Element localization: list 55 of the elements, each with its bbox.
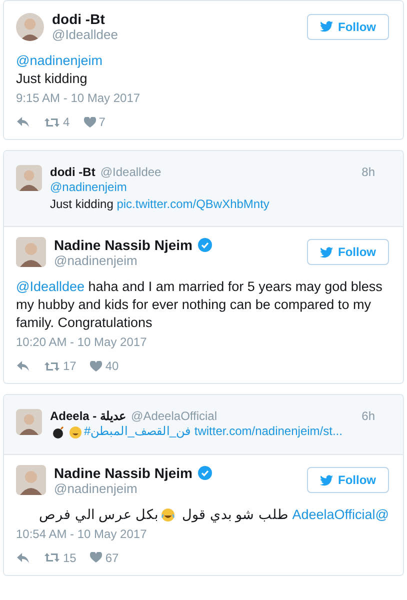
mention-link[interactable]: @nadinenjeim — [50, 180, 127, 194]
reply-icon[interactable] — [16, 552, 30, 564]
author-name[interactable]: Adeela - عديلة — [50, 409, 126, 424]
author-name[interactable]: Nadine Nassib Njeim — [54, 464, 192, 481]
follow-button[interactable]: Follow — [307, 467, 389, 494]
bird-icon — [320, 474, 333, 486]
tweet-timestamp[interactable]: 10:54 AM - 10 May 2017 — [16, 526, 389, 541]
heart-icon[interactable] — [84, 116, 96, 128]
like-count: 40 — [105, 359, 119, 374]
smiley-icon — [69, 426, 82, 439]
retweet-count: 17 — [63, 359, 76, 374]
avatar — [16, 12, 44, 40]
author-handle[interactable]: @nadinenjeim — [54, 252, 299, 268]
retweet-icon[interactable] — [44, 552, 60, 564]
retweet-count: 4 — [63, 115, 70, 130]
tweet-timestamp[interactable]: 9:15 AM - 10 May 2017 — [16, 91, 389, 106]
author-name[interactable]: dodi -Bt — [52, 11, 105, 27]
bomb-icon — [52, 426, 65, 439]
author-name[interactable]: dodi -Bt — [50, 165, 96, 180]
mention-link[interactable]: @AdeelaOfficial — [292, 506, 389, 522]
avatar — [16, 409, 42, 436]
bird-icon — [320, 246, 333, 258]
author-handle[interactable]: @Idealldee — [100, 165, 162, 180]
reply-icon[interactable] — [16, 116, 30, 128]
avatar — [16, 465, 46, 496]
author-name[interactable]: Nadine Nassib Njeim — [54, 236, 192, 253]
reply-icon[interactable] — [16, 360, 30, 372]
retweet-count: 15 — [63, 550, 76, 565]
tweet-text: @Idealldee haha and I am married for 5 years may god bless my hubby and kids for ever nothing can be compared to my family. Congratulations — [16, 278, 384, 332]
avatar — [16, 237, 46, 268]
quoted-tweet[interactable]: dodi -Bt @Idealldee 8h @nadinenjeim Just kidding pic.twitter.com/QBwXhbMnty — [4, 151, 403, 227]
mention-link[interactable]: @nadinenjeim — [16, 53, 103, 68]
tweet-age[interactable]: 8h — [362, 165, 375, 180]
tweet-text: @nadinenjeim Just kidding — [16, 52, 104, 88]
bird-icon — [320, 21, 333, 32]
follow-button[interactable]: Follow — [307, 14, 389, 40]
link[interactable]: pic.twitter.com/QBwXhbMnty — [116, 196, 270, 211]
retweet-icon[interactable] — [44, 116, 60, 128]
heart-icon[interactable] — [90, 552, 102, 564]
heart-icon[interactable] — [90, 360, 102, 372]
retweet-icon[interactable] — [44, 360, 60, 372]
quoted-text: @nadinenjeim Just kidding pic.twitter.com/QBwXhbMnty — [50, 179, 270, 212]
mention-link[interactable]: @Idealldee — [16, 278, 85, 294]
author-handle[interactable]: @nadinenjeim — [54, 480, 299, 496]
tweet-timestamp[interactable]: 10:20 AM - 10 May 2017 — [16, 335, 389, 350]
like-count: 67 — [105, 550, 119, 565]
author-handle[interactable]: @Idealldee — [52, 27, 299, 42]
follow-button[interactable]: Follow — [307, 239, 389, 266]
like-count: 7 — [98, 115, 106, 130]
hashtag-link[interactable]: #فن_القصف_المبطن — [84, 424, 192, 438]
avatar — [16, 165, 42, 192]
tweet-age[interactable]: 6h — [362, 409, 375, 424]
laughing-face-icon — [161, 508, 176, 522]
author-handle[interactable]: @AdeelaOfficial — [131, 409, 218, 424]
link[interactable]: twitter.com/nadinenjeim/st... — [194, 424, 342, 438]
